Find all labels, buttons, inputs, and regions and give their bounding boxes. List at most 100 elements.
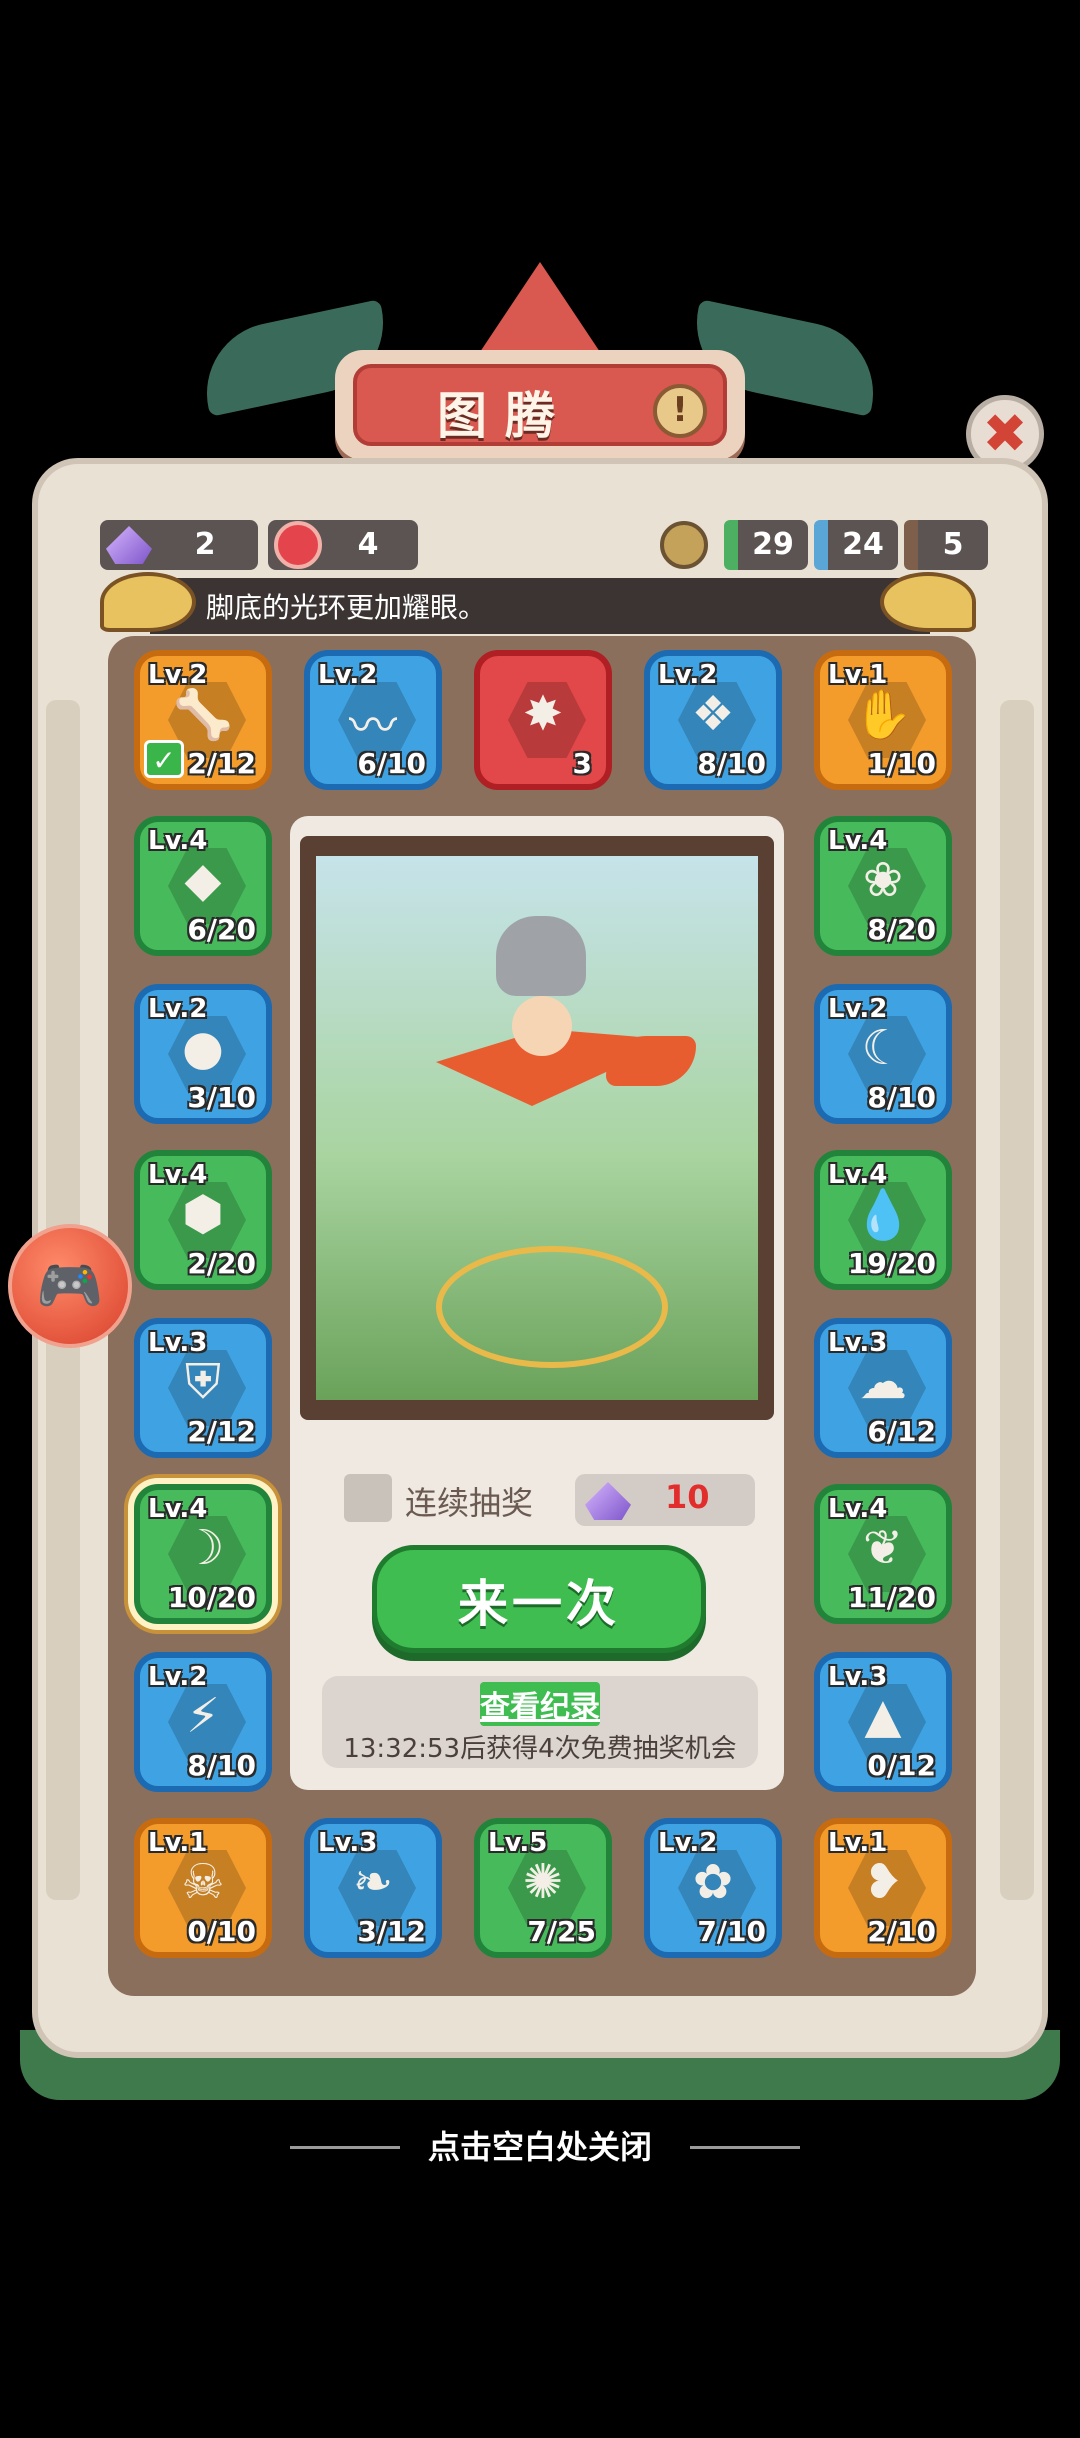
stone-icon: ☁: [859, 1354, 907, 1410]
totem-tile[interactable]: ☁ Lv.3 6/12: [814, 1318, 952, 1458]
draw-once-button[interactable]: 来一次: [372, 1545, 706, 1653]
view-log-link[interactable]: 查看纪录: [480, 1682, 600, 1726]
totem-tile[interactable]: 〰 Lv.2 6/10: [304, 650, 442, 790]
tile-progress: 8/10: [867, 1081, 936, 1114]
tile-progress: 3/10: [187, 1081, 256, 1114]
gem-counter: 4: [268, 520, 418, 570]
feather-icon: ❦: [862, 1520, 904, 1576]
claw-icon: ✋: [853, 687, 913, 743]
tile-level: Lv.3: [318, 1828, 378, 1858]
gamepad-icon: 🎮: [36, 1254, 104, 1317]
gem-count: 4: [357, 527, 379, 562]
tile-progress: 2/20: [187, 1247, 256, 1280]
totem-tile[interactable]: ❀ Lv.4 8/20: [814, 816, 952, 956]
tile-progress: 2/10: [867, 1915, 936, 1948]
lightning-icon: ⚡: [186, 1688, 220, 1744]
totem-tile[interactable]: ☽ Lv.4 10/20: [134, 1484, 272, 1624]
totem-tile[interactable]: ● Lv.2 3/10: [134, 984, 272, 1124]
horn-icon: ☽: [181, 1520, 225, 1576]
totem-tile[interactable]: ✋ Lv.1 1/10: [814, 650, 952, 790]
tile-level: Lv.4: [148, 1494, 208, 1524]
title-banner: 图腾 !: [335, 350, 745, 460]
totem-tile[interactable]: ☠ Lv.1 0/10: [134, 1818, 272, 1958]
decor-pillar-right: [1000, 700, 1034, 1900]
tornado-icon: 〰: [348, 698, 397, 754]
tile-level: Lv.2: [148, 994, 208, 1024]
tooth-icon: ❖: [691, 686, 735, 742]
totem-tile[interactable]: ❖ Lv.2 8/10: [644, 650, 782, 790]
tile-level: Lv.4: [828, 826, 888, 856]
tile-progress: 10/20: [167, 1581, 256, 1614]
continuous-draw-checkbox[interactable]: [344, 1474, 392, 1522]
horn-icon-left: [100, 572, 196, 632]
stat-brown: 5: [904, 520, 988, 570]
tile-progress: 7/10: [697, 1915, 766, 1948]
totem-tile[interactable]: 🦴 Lv.2 2/12 ✓: [134, 650, 272, 790]
check-icon: ✓: [144, 740, 184, 778]
message-text: 脚底的光环更加耀眼。: [206, 591, 487, 624]
free-draw-timer: 13:32:53后获得4次免费抽奖机会: [343, 1734, 737, 1764]
close-hint[interactable]: 点击空白处关闭: [0, 2122, 1080, 2168]
draw-cost: 10: [665, 1478, 710, 1516]
drop-icon: 💧: [853, 1187, 913, 1243]
page-title: 图腾: [437, 387, 573, 445]
crystal-count: 2: [194, 527, 216, 562]
tile-level: Lv.2: [318, 660, 378, 690]
stat-brown-bar: [904, 520, 918, 570]
tile-progress: 6/12: [867, 1415, 936, 1448]
tile-level: Lv.4: [148, 826, 208, 856]
moon-icon: ☾: [861, 1020, 905, 1076]
totem-tile[interactable]: ◆ Lv.4 6/20: [134, 816, 272, 956]
ginkgo-icon: ❥: [862, 1854, 904, 1910]
helmet: [496, 916, 586, 996]
stat-blue-value: 24: [842, 527, 884, 562]
tile-level: Lv.2: [148, 660, 208, 690]
horn-icon-right: [880, 572, 976, 632]
rock-icon: ◆: [184, 852, 222, 908]
tile-progress: 11/20: [847, 1581, 936, 1614]
totem-tile[interactable]: ✿ Lv.2 7/10: [644, 1818, 782, 1958]
stat-blue: 24: [814, 520, 898, 570]
tile-level: Lv.2: [148, 1662, 208, 1692]
totem-tile[interactable]: ❥ Lv.1 2/10: [814, 1818, 952, 1958]
tile-progress: 3: [572, 747, 592, 780]
totem-tile[interactable]: ▲ Lv.3 0/12: [814, 1652, 952, 1792]
tile-progress: 8/10: [697, 747, 766, 780]
compass-star-icon: ✸: [522, 686, 564, 742]
totem-tile[interactable]: ☾ Lv.2 8/10: [814, 984, 952, 1124]
armor-icon: ⛨: [184, 1354, 221, 1410]
info-icon[interactable]: !: [653, 384, 707, 438]
tile-progress: 19/20: [847, 1247, 936, 1280]
continuous-draw-label: 连续抽奖: [405, 1484, 534, 1522]
bone-icon: ✿: [692, 1854, 734, 1910]
tile-level: Lv.2: [828, 994, 888, 1024]
tile-progress: 2/12: [187, 747, 256, 780]
fang-icon: 🦴: [173, 687, 233, 743]
stat-green-value: 29: [752, 527, 794, 562]
decor-feathers: [480, 262, 600, 352]
totem-tile[interactable]: ❦ Lv.4 11/20: [814, 1484, 952, 1624]
tile-level: Lv.1: [148, 1828, 208, 1858]
skull-icon: ☠: [181, 1854, 225, 1910]
totem-tile[interactable]: ✺ Lv.5 7/25: [474, 1818, 612, 1958]
tile-progress: 8/10: [187, 1749, 256, 1782]
tile-level: Lv.5: [488, 1828, 548, 1858]
tile-progress: 0/10: [187, 1915, 256, 1948]
gamepad-button[interactable]: 🎮: [8, 1224, 132, 1348]
mountain-icon: ▲: [864, 1688, 902, 1744]
tile-progress: 1/10: [867, 747, 936, 780]
totem-tile[interactable]: ⬢ Lv.4 2/20: [134, 1150, 272, 1290]
totem-tile[interactable]: ✸ 3: [474, 650, 612, 790]
tile-level: Lv.4: [828, 1494, 888, 1524]
crystal-icon: [106, 526, 152, 564]
tile-level: Lv.3: [148, 1328, 208, 1358]
totem-tile[interactable]: ⛨ Lv.3 2/12: [134, 1318, 272, 1458]
message-strip: 脚底的光环更加耀眼。: [150, 578, 930, 634]
honeycomb-icon: ⬢: [182, 1186, 224, 1242]
crystal-icon: [585, 1482, 631, 1520]
totem-tile[interactable]: ⚡ Lv.2 8/10: [134, 1652, 272, 1792]
hero-face: [512, 996, 572, 1056]
totem-tile[interactable]: ❧ Lv.3 3/12: [304, 1818, 442, 1958]
shell-icon: ❀: [862, 852, 904, 908]
totem-tile[interactable]: 💧 Lv.4 19/20: [814, 1150, 952, 1290]
